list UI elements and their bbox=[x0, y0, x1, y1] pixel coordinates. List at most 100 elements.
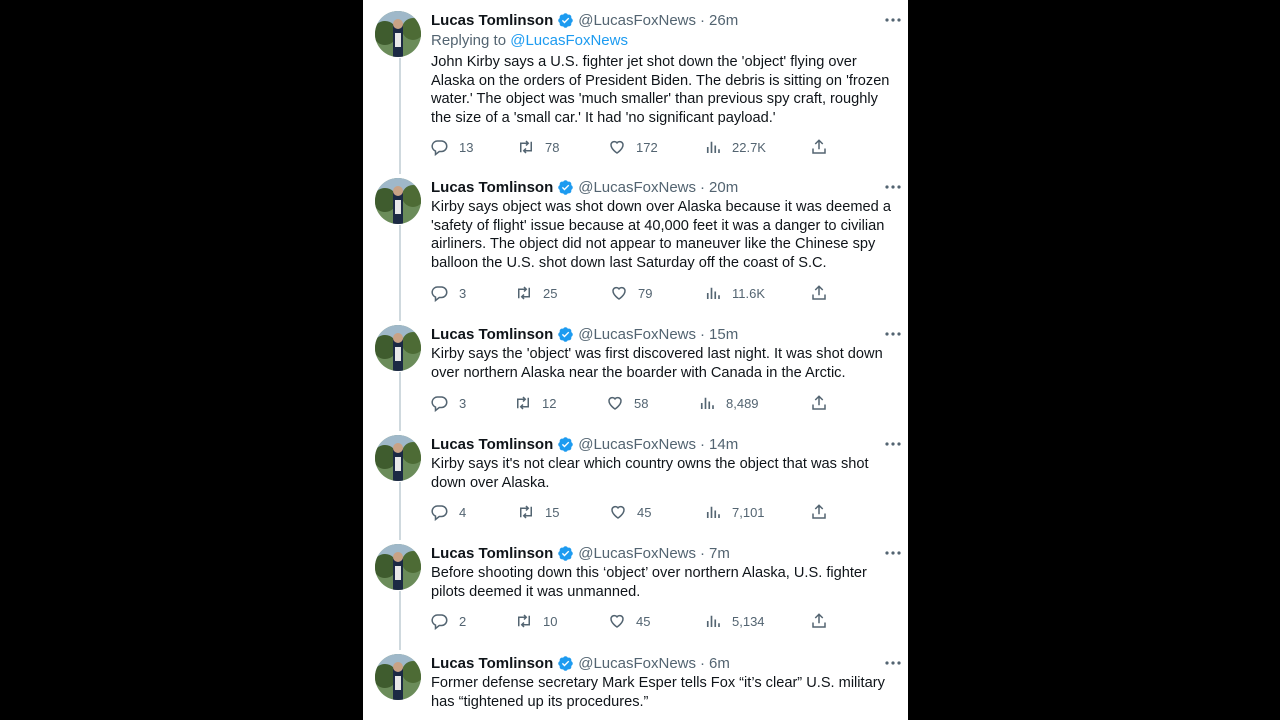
author-name[interactable]: Lucas Tomlinson bbox=[431, 655, 553, 672]
author-name[interactable]: Lucas Tomlinson bbox=[431, 12, 553, 29]
tweet-time[interactable]: 15m bbox=[709, 326, 738, 343]
author-handle[interactable]: @LucasFoxNews bbox=[578, 179, 696, 196]
heart-icon bbox=[610, 614, 624, 628]
heart-icon bbox=[608, 396, 622, 410]
like-button[interactable]: 45 bbox=[609, 503, 651, 521]
author-name[interactable]: Lucas Tomlinson bbox=[431, 545, 553, 562]
author-handle[interactable]: @LucasFoxNews bbox=[578, 655, 696, 672]
like-button[interactable]: 172 bbox=[608, 138, 658, 156]
tweet[interactable]: Lucas Tomlinson @LucasFoxNews · 7m Befor… bbox=[363, 542, 908, 642]
replying-to: Replying to @LucasFoxNews bbox=[431, 32, 628, 49]
replying-to-link[interactable]: @LucasFoxNews bbox=[510, 32, 628, 49]
share-button[interactable] bbox=[810, 138, 838, 156]
tweet-text: Former defense secretary Mark Esper tell… bbox=[431, 675, 885, 710]
tweet-header: Lucas Tomlinson @LucasFoxNews · 15m bbox=[431, 323, 738, 345]
tweet-header: Lucas Tomlinson @LucasFoxNews · 7m bbox=[431, 542, 730, 564]
like-button[interactable]: 45 bbox=[608, 612, 650, 630]
tweet[interactable]: Lucas Tomlinson @LucasFoxNews · 15m Kirb… bbox=[363, 323, 908, 423]
heart-icon bbox=[610, 140, 624, 154]
avatar[interactable] bbox=[375, 435, 421, 481]
views-count: 5,134 bbox=[732, 613, 765, 629]
views-count: 7,101 bbox=[732, 504, 765, 520]
like-button[interactable]: 58 bbox=[606, 394, 648, 412]
tweet-time[interactable]: 20m bbox=[709, 179, 738, 196]
avatar[interactable] bbox=[375, 654, 421, 700]
reply-icon bbox=[431, 140, 448, 156]
share-icon bbox=[812, 504, 826, 519]
retweet-button[interactable]: 15 bbox=[517, 503, 559, 521]
author-name[interactable]: Lucas Tomlinson bbox=[431, 326, 553, 343]
tweet[interactable]: Lucas Tomlinson @LucasFoxNews · 26m Repl… bbox=[363, 9, 908, 169]
tweet-time[interactable]: 6m bbox=[709, 655, 730, 672]
reply-icon bbox=[431, 396, 448, 412]
tweet-actions: 2 10 45 5,134 bbox=[431, 612, 831, 632]
views-count: 11.6K bbox=[732, 285, 766, 301]
verified-badge-icon bbox=[557, 179, 574, 196]
share-button[interactable] bbox=[810, 612, 838, 630]
tweet-header: Lucas Tomlinson @LucasFoxNews · 20m bbox=[431, 176, 738, 198]
tweet-text: Before shooting down this ‘object’ over … bbox=[431, 565, 867, 600]
retweet-button[interactable]: 10 bbox=[515, 612, 557, 630]
avatar[interactable] bbox=[375, 544, 421, 590]
retweet-count: 78 bbox=[545, 139, 560, 155]
replying-label: Replying to bbox=[431, 32, 507, 49]
author-handle[interactable]: @LucasFoxNews bbox=[578, 12, 696, 29]
views-button[interactable]: 8,489 bbox=[698, 394, 759, 412]
reply-button[interactable]: 3 bbox=[431, 284, 466, 302]
author-name[interactable]: Lucas Tomlinson bbox=[431, 179, 553, 196]
retweet-count: 10 bbox=[543, 613, 558, 629]
views-button[interactable]: 5,134 bbox=[704, 612, 765, 630]
views-button[interactable]: 7,101 bbox=[704, 503, 765, 521]
separator-dot: · bbox=[700, 654, 706, 672]
views-button[interactable]: 22.7K bbox=[704, 138, 766, 156]
avatar[interactable] bbox=[375, 178, 421, 224]
retweet-button[interactable]: 25 bbox=[515, 284, 557, 302]
tweet-actions: 3 12 58 8,489 bbox=[431, 394, 831, 414]
author-name[interactable]: Lucas Tomlinson bbox=[431, 436, 553, 453]
author-handle[interactable]: @LucasFoxNews bbox=[578, 436, 696, 453]
reply-button[interactable]: 4 bbox=[431, 503, 466, 521]
more-options-icon[interactable] bbox=[884, 325, 902, 343]
author-handle[interactable]: @LucasFoxNews bbox=[578, 326, 696, 343]
more-options-icon[interactable] bbox=[884, 435, 902, 453]
avatar[interactable] bbox=[375, 325, 421, 371]
like-button[interactable]: 79 bbox=[610, 284, 652, 302]
more-options-icon[interactable] bbox=[884, 654, 902, 672]
reply-icon bbox=[431, 505, 448, 521]
tweet[interactable]: Lucas Tomlinson @LucasFoxNews · 6m Forme… bbox=[363, 652, 908, 720]
share-button[interactable] bbox=[810, 503, 838, 521]
reply-button[interactable]: 3 bbox=[431, 394, 466, 412]
retweet-count: 25 bbox=[543, 285, 558, 301]
more-options-icon[interactable] bbox=[884, 544, 902, 562]
tweet-text: John Kirby says a U.S. fighter jet shot … bbox=[431, 54, 890, 126]
tweet-actions: 13 78 172 22.7K bbox=[431, 138, 831, 158]
reply-count: 13 bbox=[459, 139, 474, 155]
reply-button[interactable]: 13 bbox=[431, 138, 473, 156]
like-count: 172 bbox=[636, 139, 658, 155]
reply-button[interactable]: 2 bbox=[431, 612, 466, 630]
heart-icon bbox=[612, 286, 626, 300]
more-options-icon[interactable] bbox=[884, 11, 902, 29]
share-icon bbox=[812, 395, 826, 410]
more-options-icon[interactable] bbox=[884, 178, 902, 196]
retweet-button[interactable]: 78 bbox=[517, 138, 559, 156]
separator-dot: · bbox=[700, 435, 706, 453]
views-button[interactable]: 11.6K bbox=[704, 284, 765, 302]
tweet-time[interactable]: 26m bbox=[709, 12, 738, 29]
tweet-time[interactable]: 7m bbox=[709, 545, 730, 562]
retweet-icon bbox=[520, 505, 532, 519]
tweet[interactable]: Lucas Tomlinson @LucasFoxNews · 20m Kirb… bbox=[363, 176, 908, 316]
tweet[interactable]: Lucas Tomlinson @LucasFoxNews · 14m Kirb… bbox=[363, 433, 908, 533]
share-button[interactable] bbox=[810, 284, 838, 302]
retweet-button[interactable]: 12 bbox=[514, 394, 556, 412]
author-handle[interactable]: @LucasFoxNews bbox=[578, 545, 696, 562]
reply-count: 2 bbox=[459, 613, 467, 629]
tweet-time[interactable]: 14m bbox=[709, 436, 738, 453]
tweet-text: Kirby says object was shot down over Ala… bbox=[431, 199, 891, 271]
share-icon bbox=[812, 139, 826, 154]
share-button[interactable] bbox=[810, 394, 838, 412]
avatar[interactable] bbox=[375, 11, 421, 57]
separator-dot: · bbox=[700, 544, 706, 562]
verified-badge-icon bbox=[557, 326, 574, 343]
reply-count: 3 bbox=[459, 285, 467, 301]
